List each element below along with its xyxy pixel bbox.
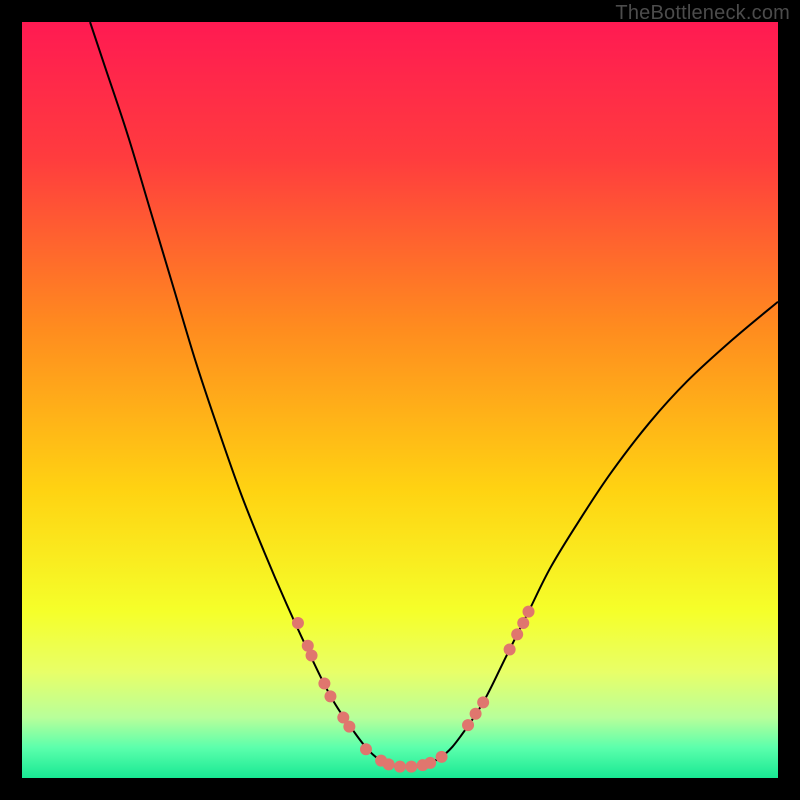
chart-frame xyxy=(22,22,778,778)
curve-marker xyxy=(504,643,516,655)
watermark-text: TheBottleneck.com xyxy=(615,2,790,25)
curve-marker xyxy=(470,708,482,720)
curve-marker xyxy=(405,761,417,773)
curve-marker xyxy=(511,628,523,640)
curve-marker xyxy=(324,690,336,702)
curve-marker xyxy=(383,758,395,770)
curve-marker xyxy=(394,761,406,773)
curve-marker xyxy=(343,721,355,733)
curve-marker xyxy=(477,696,489,708)
curve-marker xyxy=(517,617,529,629)
gradient-background xyxy=(22,22,778,778)
chart-svg xyxy=(22,22,778,778)
curve-marker xyxy=(360,743,372,755)
curve-marker xyxy=(424,757,436,769)
curve-marker xyxy=(436,751,448,763)
curve-marker xyxy=(523,606,535,618)
curve-marker xyxy=(462,719,474,731)
curve-marker xyxy=(318,678,330,690)
curve-marker xyxy=(292,617,304,629)
curve-marker xyxy=(306,650,318,662)
